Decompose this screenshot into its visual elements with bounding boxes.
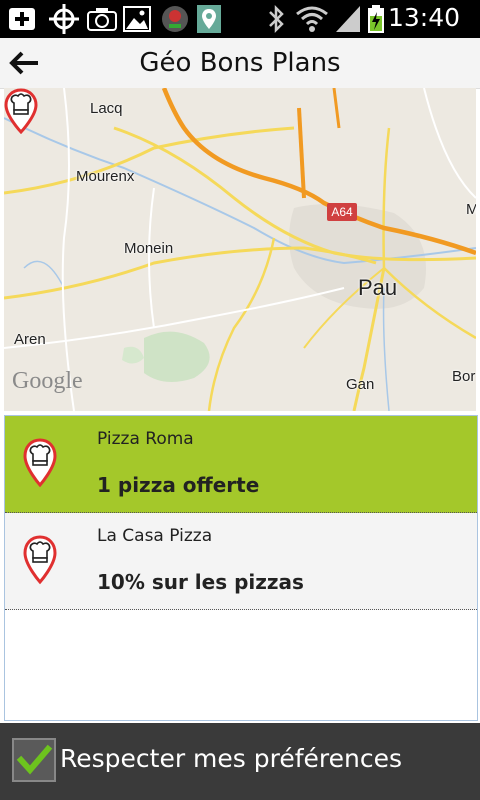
page-title: Géo Bons Plans bbox=[139, 48, 341, 78]
offers-list: Pizza Roma 1 pizza offerte La Casa Pizza… bbox=[4, 415, 478, 721]
map-label-gan: Gan bbox=[346, 376, 375, 393]
map-view[interactable]: Lacq Mourenx Monein Aren Pau Gan Bor M A… bbox=[4, 88, 476, 411]
app-icon bbox=[162, 6, 188, 32]
map-label-mourenx: Mourenx bbox=[76, 168, 135, 185]
preferences-checkbox[interactable] bbox=[12, 738, 56, 782]
road-badge-a64: A64 bbox=[327, 203, 357, 221]
map-label-pau: Pau bbox=[358, 275, 398, 300]
preferences-bar: Respecter mes préférences bbox=[0, 723, 480, 800]
list-item[interactable]: Pizza Roma 1 pizza offerte bbox=[5, 416, 477, 513]
status-time: 13:40 bbox=[387, 3, 460, 32]
status-bar: 13:40 bbox=[0, 0, 480, 38]
map-label-bor: Bor bbox=[452, 368, 476, 385]
offer-shop-name: Pizza Roma bbox=[97, 429, 194, 449]
action-bar: Géo Bons Plans bbox=[0, 38, 480, 89]
google-logo: Google bbox=[12, 368, 83, 394]
gps-icon bbox=[49, 4, 79, 34]
add-icon bbox=[9, 8, 35, 30]
chef-pin-icon bbox=[23, 535, 57, 585]
battery-icon bbox=[368, 5, 384, 33]
list-item[interactable]: La Casa Pizza 10% sur les pizzas bbox=[5, 513, 477, 610]
camera-icon bbox=[87, 8, 117, 31]
map-label-m: M bbox=[466, 201, 476, 218]
wifi-icon bbox=[296, 6, 328, 32]
offer-description: 10% sur les pizzas bbox=[97, 570, 304, 594]
map-label-lacq: Lacq bbox=[90, 100, 123, 117]
map-label-monein: Monein bbox=[124, 240, 174, 257]
map-label-aren: Aren bbox=[14, 331, 46, 348]
signal-icon bbox=[336, 6, 360, 32]
bluetooth-icon bbox=[269, 4, 284, 34]
map-pin-icon bbox=[197, 5, 221, 33]
checkmark-icon bbox=[16, 744, 53, 775]
chef-pin-icon bbox=[23, 438, 57, 488]
offer-description: 1 pizza offerte bbox=[97, 473, 260, 497]
preferences-checkbox-label[interactable]: Respecter mes préférences bbox=[60, 744, 402, 773]
map-marker-chef-icon[interactable] bbox=[4, 88, 38, 134]
image-icon bbox=[123, 6, 151, 32]
map-roads bbox=[4, 88, 476, 411]
offer-shop-name: La Casa Pizza bbox=[97, 526, 213, 546]
